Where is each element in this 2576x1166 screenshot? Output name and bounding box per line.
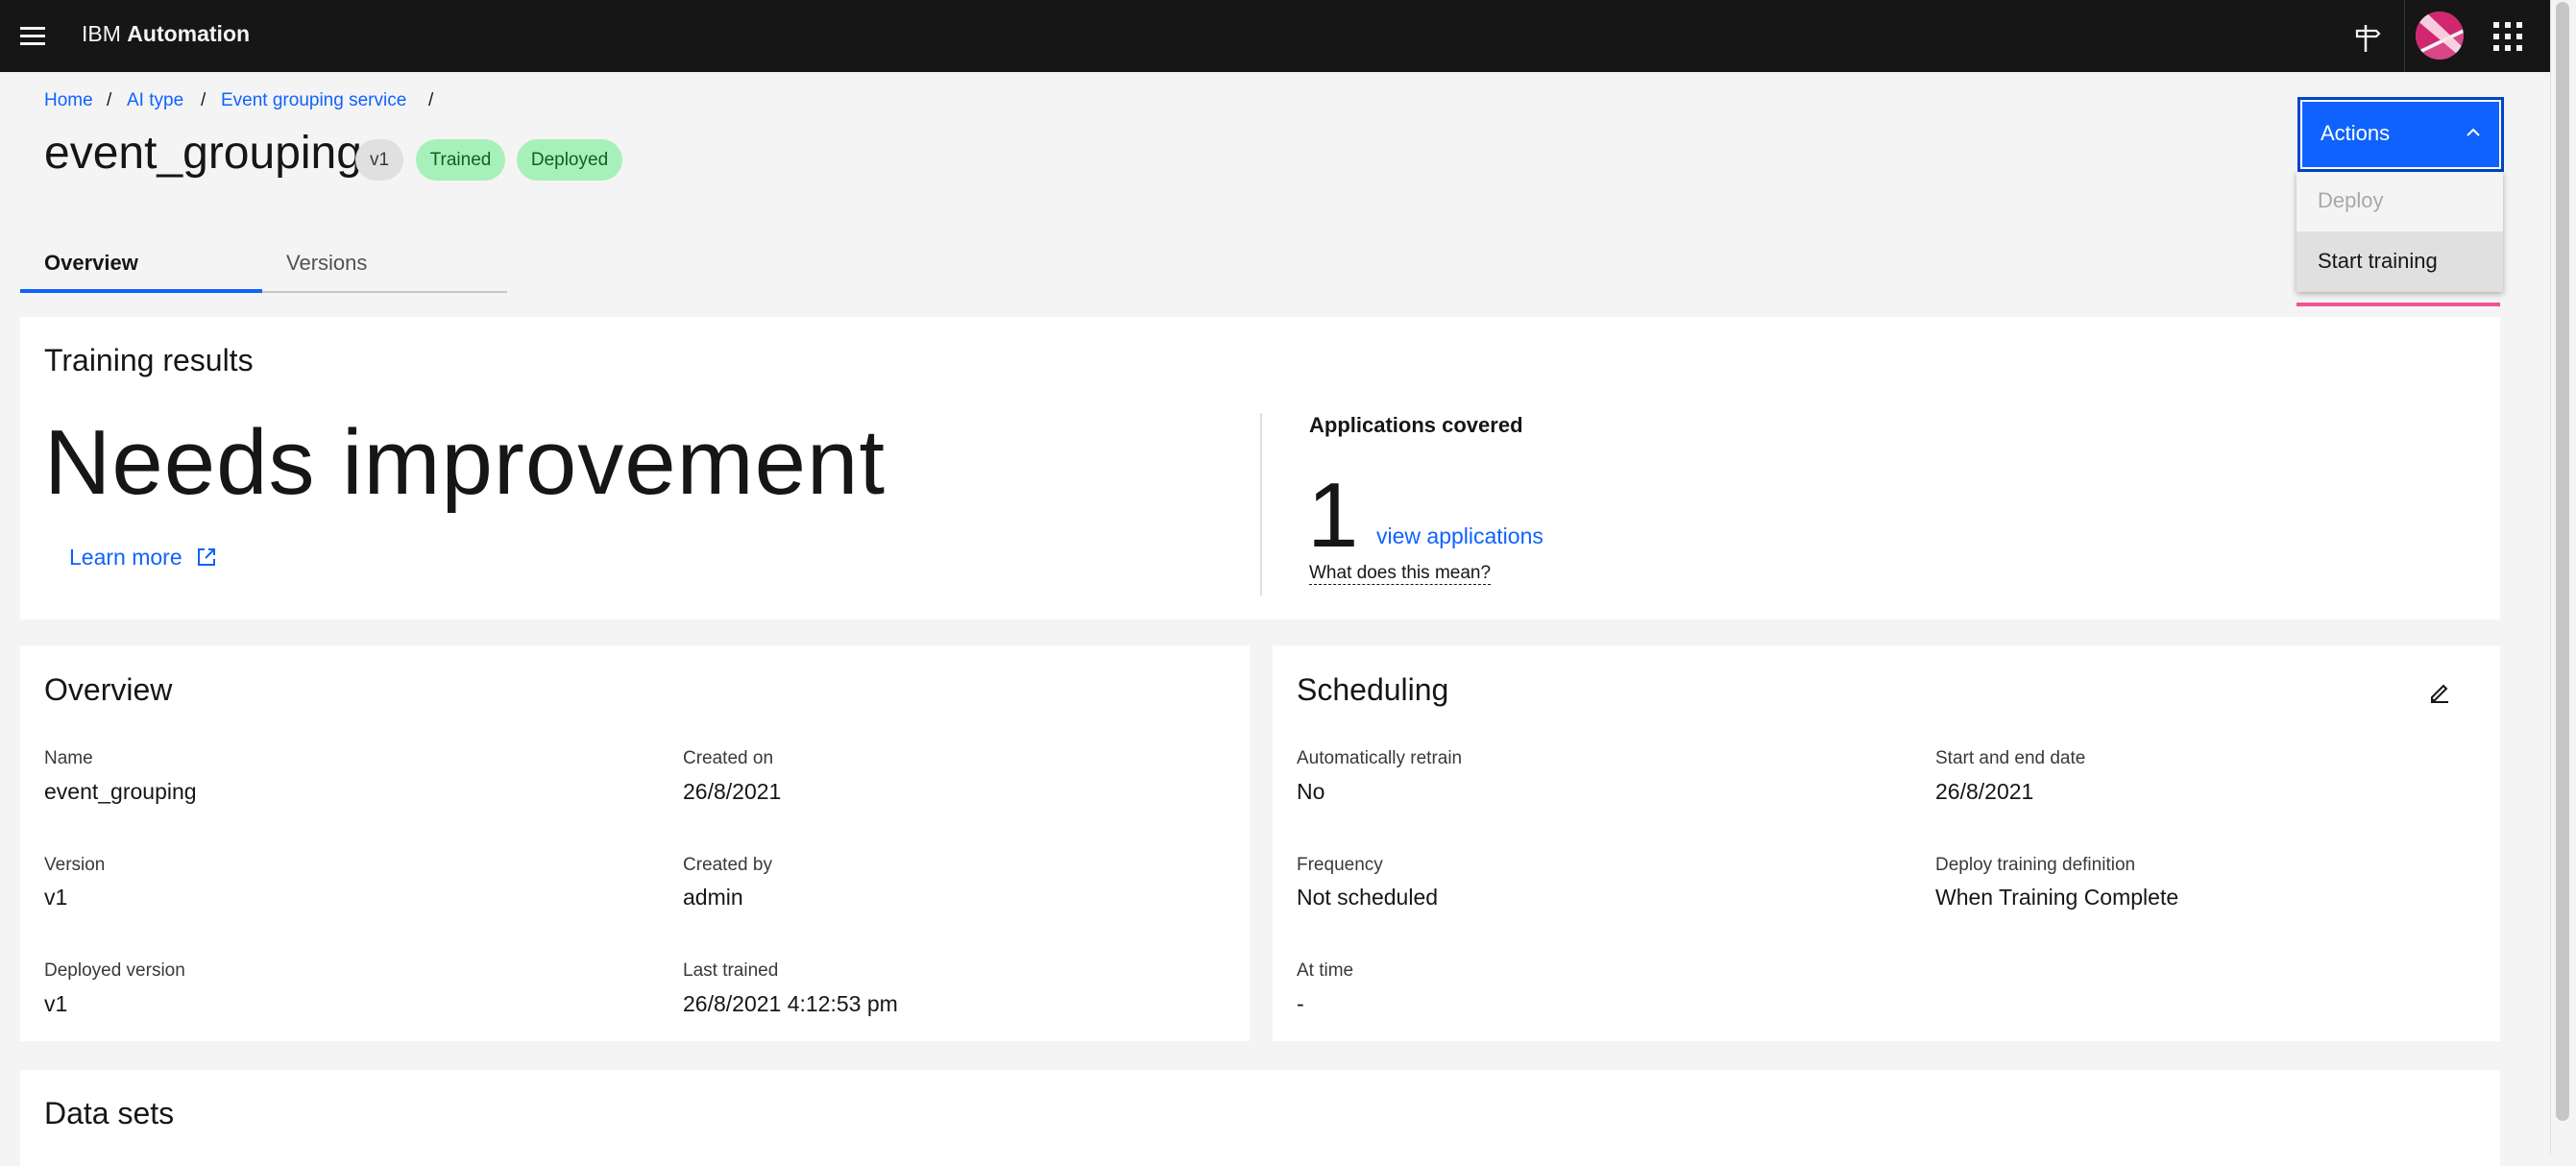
divider [1260, 413, 1262, 595]
launch-icon[interactable] [195, 546, 218, 569]
last-trained-value: 26/8/2021 4:12:53 pm [683, 991, 898, 1016]
breadcrumb-separator: / [107, 90, 112, 110]
menu-item-start-training-label: Start training [2318, 249, 2438, 273]
version-value: v1 [44, 885, 68, 910]
top-header [0, 0, 2550, 72]
highlight-bar [2297, 303, 2500, 306]
created-on-label: Created on [683, 748, 774, 768]
menu-icon[interactable] [13, 17, 52, 56]
view-applications-link[interactable]: view applications [1376, 523, 1543, 549]
name-value: event_grouping [44, 779, 197, 804]
edit-icon[interactable] [2426, 678, 2453, 705]
deployed-status-tag: Deployed [517, 139, 622, 181]
chevron-up-icon [2462, 121, 2485, 144]
version-label: Version [44, 855, 106, 875]
app-switcher-icon[interactable] [2492, 21, 2523, 52]
brand-name[interactable]: IBM Automation [82, 21, 250, 47]
at-time-value: - [1297, 991, 1304, 1016]
deployed-version-value: v1 [44, 991, 68, 1016]
learn-more-link[interactable]: Learn more [69, 545, 182, 571]
name-label: Name [44, 748, 93, 768]
frequency-value: Not scheduled [1297, 885, 1439, 910]
data-sets-title: Data sets [44, 1096, 175, 1130]
applications-count: 1 [1307, 464, 1359, 567]
brand-product: Automation [127, 21, 251, 46]
signpost-icon[interactable] [2349, 21, 2384, 56]
created-by-value: admin [683, 885, 743, 910]
scheduling-card [1273, 645, 2500, 1041]
actions-button[interactable]: Actions [2297, 97, 2504, 172]
frequency-label: Frequency [1297, 855, 1383, 875]
created-on-value: 26/8/2021 [683, 779, 782, 804]
breadcrumb-home[interactable]: Home [44, 90, 93, 111]
breadcrumb-event-grouping-service[interactable]: Event grouping service [221, 90, 406, 111]
training-results-title: Training results [44, 343, 254, 377]
breadcrumb-ai-type[interactable]: AI type [127, 90, 183, 111]
actions-button-label: Actions [2321, 121, 2391, 145]
start-end-date-label: Start and end date [1935, 748, 2086, 768]
overview-title: Overview [44, 672, 173, 707]
tab-overview[interactable]: Overview [20, 245, 262, 293]
trained-status-tag: Trained [416, 139, 505, 181]
auto-retrain-label: Automatically retrain [1297, 748, 1463, 768]
breadcrumb-separator: / [201, 90, 207, 110]
tab-versions[interactable]: Versions [262, 245, 507, 293]
start-end-date-value: 26/8/2021 [1935, 779, 2034, 804]
breadcrumb-separator: / [428, 90, 434, 110]
at-time-label: At time [1297, 960, 1354, 981]
scheduling-title: Scheduling [1297, 672, 1449, 707]
auto-retrain-value: No [1297, 779, 1325, 804]
menu-item-deploy[interactable]: Deploy [2297, 172, 2503, 232]
applications-covered-label: Applications covered [1309, 413, 1523, 437]
deploy-definition-value: When Training Complete [1935, 885, 2179, 910]
actions-menu: Deploy Start training [2297, 172, 2503, 292]
deployed-version-label: Deployed version [44, 960, 185, 981]
avatar[interactable] [2416, 12, 2464, 60]
tab-versions-label: Versions [286, 251, 368, 275]
training-rating: Needs improvement [44, 411, 887, 514]
menu-item-deploy-label: Deploy [2318, 188, 2384, 212]
page-title: event_grouping [44, 128, 362, 179]
overview-card [20, 645, 1250, 1041]
scrollbar-thumb[interactable] [2556, 2, 2569, 1121]
last-trained-label: Last trained [683, 960, 779, 981]
tab-overview-label: Overview [44, 251, 138, 275]
data-sets-card [20, 1070, 2500, 1166]
menu-item-start-training[interactable]: Start training [2297, 232, 2503, 292]
brand-prefix: IBM [82, 21, 121, 46]
what-does-this-mean-tooltip[interactable]: What does this mean? [1309, 563, 1492, 585]
created-by-label: Created by [683, 855, 772, 875]
version-tag: v1 [355, 139, 403, 181]
deploy-definition-label: Deploy training definition [1935, 855, 2136, 875]
